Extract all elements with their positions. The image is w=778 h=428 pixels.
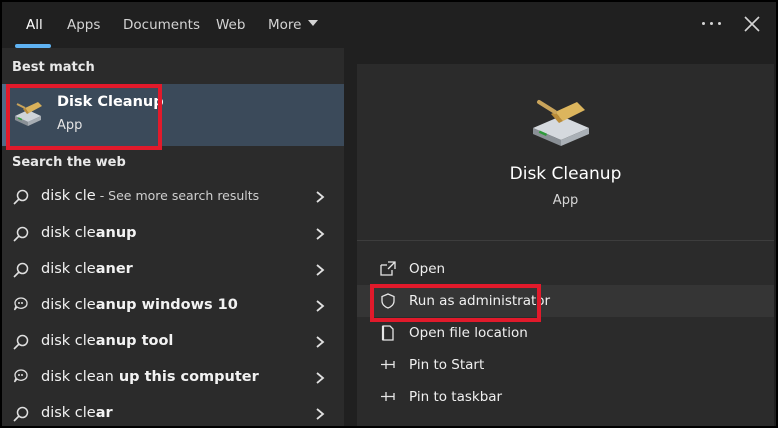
web-search-icon — [13, 297, 28, 311]
best-match-result[interactable]: Disk Cleanup App — [2, 84, 344, 146]
web-result-text: disk cle - See more search results — [41, 188, 260, 204]
search-window: All Apps Documents Web More Best match D… — [0, 0, 778, 428]
pin-to-start-action[interactable]: Pin to Start — [357, 349, 774, 381]
search-icon — [13, 226, 29, 242]
web-result-row[interactable]: disk clean up this computer — [2, 360, 344, 396]
disk-cleanup-icon — [533, 100, 589, 146]
app-type: App — [552, 193, 579, 208]
file-location-icon — [381, 325, 394, 341]
app-title: Disk Cleanup — [509, 164, 622, 184]
search-icon — [13, 334, 29, 350]
search-icon — [13, 189, 29, 205]
open-label: Open — [409, 261, 446, 277]
chevron-right-icon — [316, 300, 325, 312]
run-as-administrator-action[interactable]: Run as administrator — [357, 285, 774, 317]
chevron-right-icon — [316, 408, 325, 420]
pin-to-taskbar-label: Pin to taskbar — [409, 389, 503, 405]
chevron-right-icon — [316, 264, 325, 276]
web-result-row[interactable]: disk cleaner — [2, 252, 344, 288]
tab-more-label: More — [268, 17, 302, 33]
tab-web[interactable]: Web — [216, 16, 245, 36]
tab-documents[interactable]: Documents — [123, 16, 200, 36]
search-icon — [13, 262, 29, 278]
ellipsis-icon[interactable] — [700, 16, 724, 32]
pin-icon — [381, 392, 395, 401]
best-match-name: Disk Cleanup — [57, 94, 164, 110]
search-web-heading: Search the web — [12, 155, 126, 170]
web-result-row[interactable]: disk cleanup windows 10 — [2, 288, 344, 324]
chevron-right-icon — [316, 336, 325, 348]
tab-all[interactable]: All — [26, 16, 43, 36]
selection-accent — [2, 84, 6, 146]
web-result-row[interactable]: disk cleanup tool — [2, 324, 344, 360]
chevron-right-icon — [316, 228, 325, 240]
web-result-text: disk cleanup tool — [41, 333, 174, 349]
web-result-row[interactable]: disk cle - See more search results — [2, 179, 344, 215]
pin-icon — [381, 360, 395, 369]
web-result-row[interactable]: disk cleanup — [2, 216, 344, 252]
divider — [357, 240, 774, 241]
chevron-right-icon — [316, 372, 325, 384]
open-file-location-action[interactable]: Open file location — [357, 317, 774, 349]
chevron-down-icon — [308, 20, 319, 26]
shield-icon — [381, 293, 395, 309]
results-panel: Best match Disk Cleanup App Search the w… — [2, 48, 344, 426]
best-match-type: App — [57, 118, 83, 133]
chevron-right-icon — [316, 191, 325, 203]
app-preview-panel: Disk Cleanup App Open Run as administrat… — [357, 64, 774, 426]
open-icon — [380, 261, 396, 276]
tab-apps[interactable]: Apps — [67, 16, 100, 36]
web-result-text: disk clean up this computer — [41, 369, 259, 385]
web-result-text: disk clear — [41, 405, 113, 421]
web-result-row[interactable]: disk clear — [2, 396, 344, 426]
web-search-icon — [13, 369, 28, 383]
web-result-text: disk cleaner — [41, 261, 133, 277]
pin-to-taskbar-action[interactable]: Pin to taskbar — [357, 381, 774, 413]
run-as-administrator-label: Run as administrator — [409, 293, 551, 309]
close-icon[interactable] — [742, 14, 762, 34]
web-result-text: disk cleanup — [41, 225, 137, 241]
tab-more[interactable]: More — [268, 16, 319, 36]
web-result-text: disk cleanup windows 10 — [41, 297, 238, 313]
pin-to-start-label: Pin to Start — [409, 357, 485, 373]
open-file-location-label: Open file location — [409, 325, 528, 341]
open-action[interactable]: Open — [357, 253, 774, 285]
search-tabs-bar: All Apps Documents Web More — [2, 2, 776, 48]
best-match-heading: Best match — [12, 60, 95, 75]
search-icon — [13, 406, 29, 422]
disk-cleanup-icon — [15, 102, 42, 126]
